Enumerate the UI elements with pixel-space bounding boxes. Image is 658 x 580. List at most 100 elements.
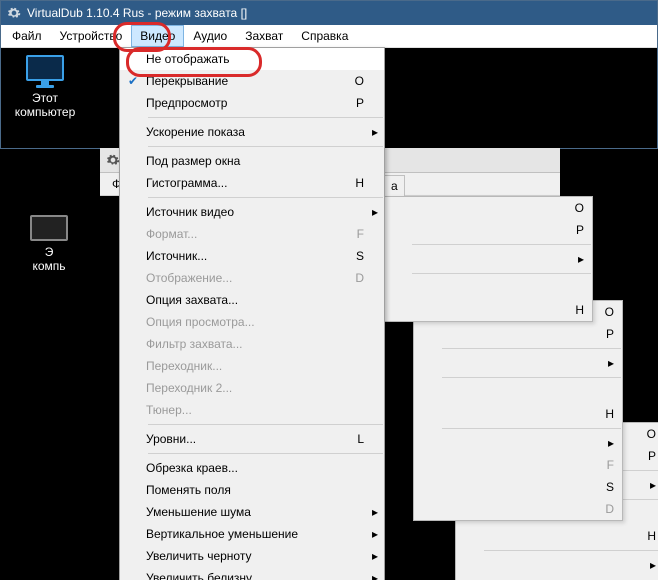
titlebar[interactable]: VirtualDub 1.10.4 Rus - режим захвата []: [1, 1, 657, 25]
menu-item[interactable]: Ускорение показа▸: [120, 121, 384, 143]
desktop-icon-this-pc-cropped[interactable]: Э компь: [14, 215, 84, 273]
menu-separator: [484, 550, 658, 551]
menu-item[interactable]: ▸: [384, 248, 592, 270]
menu-item: Формат...F: [120, 223, 384, 245]
menu-item-shortcut: H: [594, 407, 614, 421]
menu-separator: [412, 273, 591, 274]
window-title: VirtualDub 1.10.4 Rus - режим захвата []: [27, 6, 247, 20]
menu-item-label: Тюнер...: [146, 403, 338, 417]
menu-item[interactable]: O: [384, 197, 592, 219]
menu-справка[interactable]: Справка: [292, 25, 357, 47]
menu-видео[interactable]: Видео: [131, 25, 184, 47]
menu-separator: [148, 453, 383, 454]
menu-item[interactable]: F: [414, 454, 622, 476]
menu-item[interactable]: Уровни...L: [120, 428, 384, 450]
menu-item[interactable]: P: [384, 219, 592, 241]
menu-item-label: Фильтр захвата...: [146, 337, 338, 351]
menu-item[interactable]: F: [456, 576, 658, 580]
menu-item-shortcut: D: [338, 271, 364, 285]
menu-item[interactable]: H: [414, 403, 622, 425]
menu-item-label: Ускорение показа: [146, 125, 338, 139]
chevron-right-icon: ▸: [364, 505, 378, 519]
menu-item-label: Уменьшение шума: [146, 505, 338, 519]
menu-item[interactable]: D: [414, 498, 622, 520]
menu-item[interactable]: [414, 381, 622, 403]
menu-item: Отображение...D: [120, 267, 384, 289]
chevron-right-icon: ▸: [644, 558, 656, 572]
menu-item-label: Под размер окна: [146, 154, 338, 168]
menu-item-label: Переходник...: [146, 359, 338, 373]
menu-item[interactable]: ✔ПерекрываниеO: [120, 70, 384, 92]
menu-separator: [148, 146, 383, 147]
menu-аудио[interactable]: Аудио: [184, 25, 236, 47]
chevron-right-icon: ▸: [602, 436, 614, 450]
menu-item-shortcut: S: [338, 249, 364, 263]
menu-item[interactable]: Увеличить белизну▸: [120, 567, 384, 580]
menu-захват[interactable]: Захват: [236, 25, 292, 47]
menu-item[interactable]: Обрезка краев...: [120, 457, 384, 479]
chevron-right-icon: ▸: [602, 356, 614, 370]
icon-label: компь: [14, 259, 84, 273]
menu-item-shortcut: P: [594, 327, 614, 341]
menu-item-shortcut: H: [338, 176, 364, 190]
menu-item: Фильтр захвата...: [120, 333, 384, 355]
menu-separator: [148, 197, 383, 198]
app-icon: [106, 153, 120, 167]
menu-item-label: Опция просмотра...: [146, 315, 338, 329]
menu-item[interactable]: ▸: [456, 554, 658, 576]
chevron-right-icon: ▸: [364, 571, 378, 580]
menu-item[interactable]: ПредпросмотрP: [120, 92, 384, 114]
menu-item-label: Увеличить черноту: [146, 549, 338, 563]
menu-item-label: Обрезка краев...: [146, 461, 338, 475]
menu-item-label: Вертикальное уменьшение: [146, 527, 338, 541]
menu-item-shortcut: H: [636, 529, 656, 543]
menu-item[interactable]: Источник видео ▸: [120, 201, 384, 223]
menu-item[interactable]: ▸: [414, 432, 622, 454]
menu-item-shortcut: P: [564, 223, 584, 237]
menu-item[interactable]: Не отображать: [120, 48, 384, 70]
menu-item-shortcut: O: [338, 74, 364, 88]
menu-item[interactable]: Поменять поля: [120, 479, 384, 501]
menu-item[interactable]: S: [414, 476, 622, 498]
menu-item[interactable]: ▸: [414, 352, 622, 374]
menu-item[interactable]: Гистограмма...H: [120, 172, 384, 194]
chevron-right-icon: ▸: [364, 205, 378, 219]
menu-item-label: Поменять поля: [146, 483, 338, 497]
menu-item[interactable]: Вертикальное уменьшение ▸: [120, 523, 384, 545]
chevron-right-icon: ▸: [364, 549, 378, 563]
icon-label: компьютер: [10, 105, 80, 119]
menu-item[interactable]: [384, 277, 592, 299]
monitor-icon: [25, 55, 65, 87]
menu-item[interactable]: H: [384, 299, 592, 321]
chevron-right-icon: ▸: [572, 252, 584, 266]
menu-item[interactable]: P: [414, 323, 622, 345]
menu-item[interactable]: Увеличить черноту ▸: [120, 545, 384, 567]
menu-item-shortcut: O: [594, 305, 614, 319]
menu-item-shortcut: F: [338, 227, 364, 241]
menu-item-label: Формат...: [146, 227, 338, 241]
desktop-icon-this-pc[interactable]: Этот компьютер: [10, 55, 80, 119]
menu-item[interactable]: H: [456, 525, 658, 547]
icon-label: Этот: [10, 91, 80, 105]
menu-item-label: Переходник 2...: [146, 381, 338, 395]
app-icon: [7, 6, 21, 20]
menu-item: Тюнер...: [120, 399, 384, 421]
menu-item[interactable]: Под размер окна: [120, 150, 384, 172]
menu-item-shortcut: L: [338, 432, 364, 446]
menubar: ФайлУстройствоВидеоАудиоЗахватСправка: [1, 25, 657, 48]
ghost-menu-1: OP ▸ H: [383, 196, 593, 322]
menu-item-label: Опция захвата...: [146, 293, 338, 307]
menu-item[interactable]: Источник...S: [120, 245, 384, 267]
menu-устройство[interactable]: Устройство: [51, 25, 132, 47]
menu-item-label: Не отображать: [146, 52, 338, 66]
menu-item[interactable]: Уменьшение шума ▸: [120, 501, 384, 523]
menu-item-label: Гистограмма...: [146, 176, 338, 190]
menu-item[interactable]: Опция захвата...: [120, 289, 384, 311]
menu-item-label: Источник видео: [146, 205, 338, 219]
menu-item: Переходник...: [120, 355, 384, 377]
menu-separator: [412, 244, 591, 245]
ghost-menu-2: OP ▸ H ▸ FSD: [413, 300, 623, 521]
menu-item-shortcut: P: [338, 96, 364, 110]
menu-файл[interactable]: Файл: [3, 25, 51, 47]
chevron-right-icon: ▸: [364, 527, 378, 541]
